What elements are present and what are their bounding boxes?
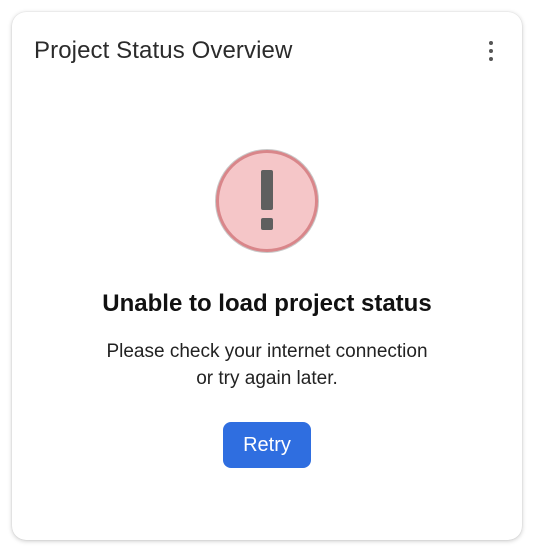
error-message-line: or try again later. <box>196 368 338 389</box>
retry-button[interactable]: Retry <box>223 422 311 468</box>
more-options-icon[interactable] <box>476 34 506 68</box>
card-title: Project Status Overview <box>34 37 293 64</box>
error-message: Please check your internet connection or… <box>106 338 427 392</box>
error-heading: Unable to load project status <box>102 290 432 317</box>
exclamation-icon <box>216 150 318 252</box>
error-state: Unable to load project status Please che… <box>12 150 522 468</box>
project-status-card: Project Status Overview Unable to load p… <box>12 12 522 540</box>
card-header: Project Status Overview <box>34 34 506 68</box>
error-message-line: Please check your internet connection <box>106 341 428 362</box>
exclamation-glyph <box>261 170 273 230</box>
menu-dot <box>489 49 493 53</box>
menu-dot <box>489 41 493 45</box>
menu-dot <box>489 57 493 61</box>
